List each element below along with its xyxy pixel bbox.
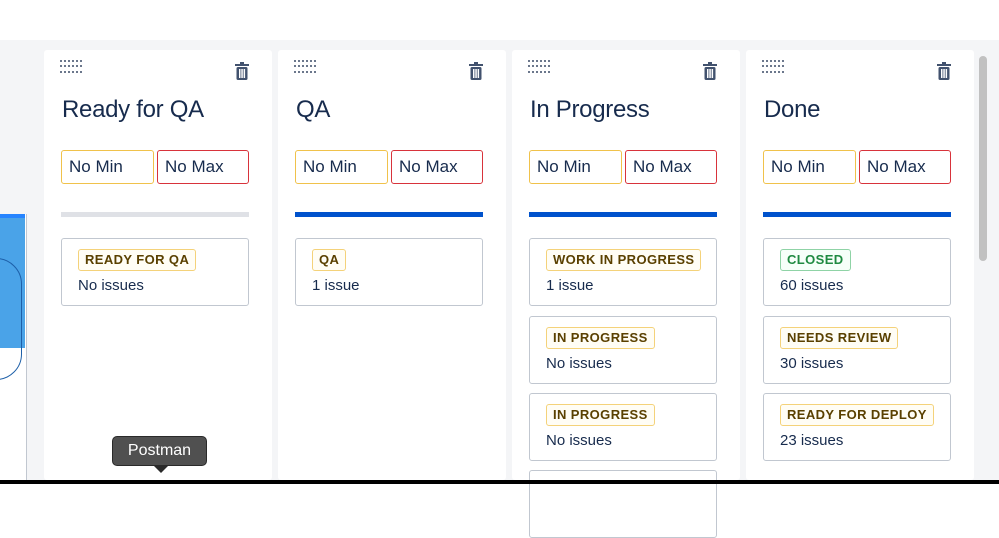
max-limit-input[interactable]: No Max	[391, 150, 483, 184]
status-card[interactable]: IN PROGRESS No issues	[529, 316, 717, 384]
window-bottom-edge	[0, 480, 999, 484]
drag-handle-icon[interactable]	[294, 60, 316, 74]
left-preview-panel	[0, 214, 27, 480]
column-progress-bar	[529, 212, 717, 217]
column-progress-bar	[763, 212, 951, 217]
column-title: QA	[296, 96, 331, 123]
status-card[interactable]: READY FOR QA No issues	[61, 238, 249, 306]
issue-count: 1 issue	[312, 277, 360, 294]
status-card[interactable]: WORK IN PROGRESS 1 issue	[529, 238, 717, 306]
column-in-progress: In Progress No Min No Max WORK IN PROGRE…	[512, 50, 740, 538]
status-card[interactable]: IN PROGRESS No issues	[529, 393, 717, 461]
column-limits: No Min No Max	[529, 150, 719, 184]
max-limit-input[interactable]: No Max	[625, 150, 717, 184]
min-limit-input[interactable]: No Min	[295, 150, 388, 184]
min-limit-input[interactable]: No Min	[529, 150, 622, 184]
min-limit-input[interactable]: No Min	[61, 150, 154, 184]
drag-handle-icon[interactable]	[60, 60, 82, 74]
status-card[interactable]: QA 1 issue	[295, 238, 483, 306]
max-limit-input[interactable]: No Max	[157, 150, 249, 184]
column-ready-for-qa: Ready for QA No Min No Max READY FOR QA …	[44, 50, 272, 480]
status-card[interactable]: CLOSED 60 issues	[763, 238, 951, 306]
issue-count: No issues	[78, 277, 144, 294]
trash-icon[interactable]	[234, 62, 250, 80]
column-title: Done	[764, 96, 821, 123]
issue-count: 60 issues	[780, 277, 844, 294]
status-lozenge: IN PROGRESS	[546, 404, 655, 426]
column-qa: QA No Min No Max QA 1 issue	[278, 50, 506, 480]
status-lozenge: CLOSED	[780, 249, 851, 271]
issue-count: 1 issue	[546, 277, 594, 294]
status-lozenge: IN PROGRESS	[546, 327, 655, 349]
min-limit-input[interactable]: No Min	[763, 150, 856, 184]
status-lozenge: READY FOR QA	[78, 249, 197, 271]
issue-count: 30 issues	[780, 355, 844, 372]
drag-handle-icon[interactable]	[762, 60, 784, 74]
column-done: Done No Min No Max CLOSED 60 issues NEED…	[746, 50, 974, 480]
trash-icon[interactable]	[936, 62, 952, 80]
issue-count: No issues	[546, 355, 612, 372]
status-lozenge: WORK IN PROGRESS	[546, 249, 702, 271]
vertical-scrollbar[interactable]	[977, 50, 989, 480]
status-card[interactable]: READY FOR DEPLOY 23 issues	[763, 393, 951, 461]
column-title: In Progress	[530, 96, 650, 123]
tooltip: Postman	[112, 436, 207, 473]
preview-image	[0, 214, 25, 380]
column-limits: No Min No Max	[295, 150, 485, 184]
column-progress-bar	[295, 212, 483, 217]
column-title: Ready for QA	[62, 96, 204, 123]
status-lozenge: QA	[312, 249, 347, 271]
trash-icon[interactable]	[702, 62, 718, 80]
scrollbar-thumb[interactable]	[979, 56, 987, 261]
column-limits: No Min No Max	[763, 150, 953, 184]
trash-icon[interactable]	[468, 62, 484, 80]
status-lozenge: READY FOR DEPLOY	[780, 404, 934, 426]
issue-count: No issues	[546, 432, 612, 449]
status-lozenge: NEEDS REVIEW	[780, 327, 899, 349]
column-progress-bar	[61, 212, 249, 217]
column-limits: No Min No Max	[61, 150, 251, 184]
max-limit-input[interactable]: No Max	[859, 150, 951, 184]
drag-handle-icon[interactable]	[528, 60, 550, 74]
issue-count: 23 issues	[780, 432, 844, 449]
status-card[interactable]: NEEDS REVIEW 30 issues	[763, 316, 951, 384]
